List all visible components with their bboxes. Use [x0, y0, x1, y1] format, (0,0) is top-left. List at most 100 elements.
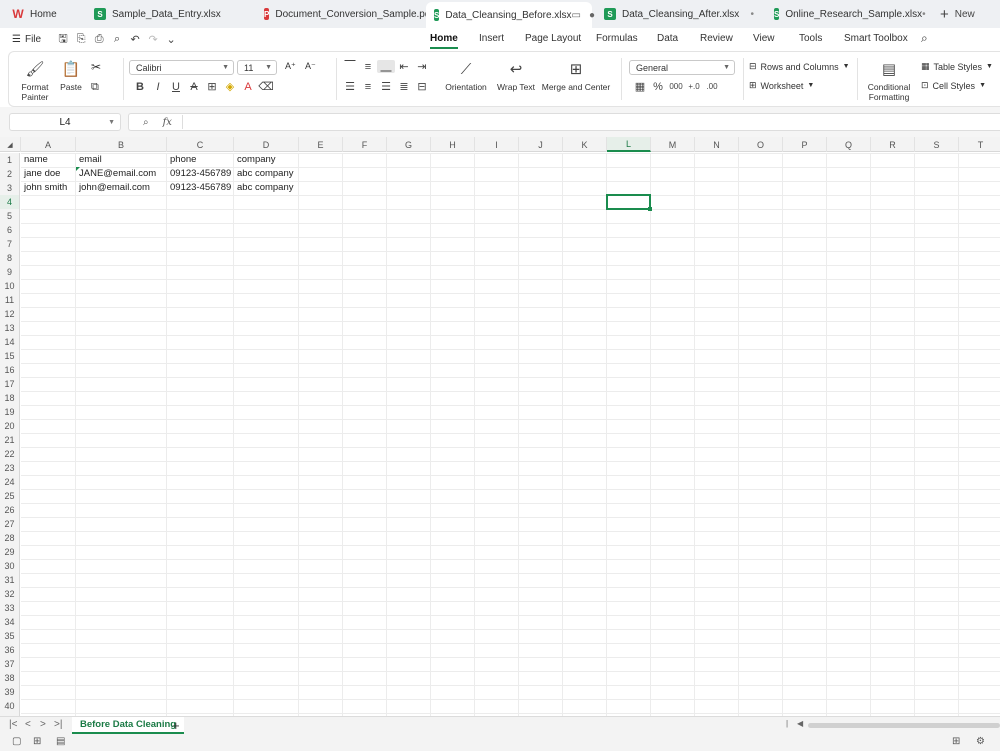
- align-middle-icon[interactable]: ≡: [359, 61, 377, 73]
- column-header-l[interactable]: L: [607, 137, 651, 152]
- formula-input[interactable]: ⌕ fx: [128, 113, 1000, 131]
- settings-icon[interactable]: ⚙: [976, 736, 985, 747]
- column-header-o[interactable]: O: [739, 137, 783, 152]
- row-header-1[interactable]: 1: [0, 153, 20, 167]
- last-sheet-icon[interactable]: >|: [54, 719, 62, 730]
- column-header-q[interactable]: Q: [827, 137, 871, 152]
- row-header-36[interactable]: 36: [0, 643, 20, 657]
- column-header-a[interactable]: A: [21, 137, 76, 152]
- cell-a3[interactable]: john smith: [21, 181, 76, 195]
- row-header-24[interactable]: 24: [0, 475, 20, 489]
- wrap-text-button[interactable]: ↩ Wrap Text: [495, 60, 537, 92]
- row-header-3[interactable]: 3: [0, 181, 20, 195]
- row-header-21[interactable]: 21: [0, 433, 20, 447]
- align-top-icon[interactable]: ⎺: [341, 60, 359, 73]
- error-indicator-icon[interactable]: [76, 167, 80, 171]
- zoom-formula-icon[interactable]: ⌕: [143, 117, 149, 128]
- indent-decrease-icon[interactable]: ⇤: [395, 60, 413, 73]
- scroll-left-arrow-icon[interactable]: ◀: [797, 719, 803, 728]
- tab-data-cleansing-after[interactable]: S Data_Cleansing_After.xlsx •: [596, 2, 762, 26]
- ribbon-tab-insert[interactable]: Insert: [479, 33, 504, 44]
- row-header-40[interactable]: 40: [0, 699, 20, 713]
- table-styles-button[interactable]: ▦ Table Styles ▼: [921, 61, 993, 72]
- row-header-25[interactable]: 25: [0, 489, 20, 503]
- row-header-17[interactable]: 17: [0, 377, 20, 391]
- cut-icon[interactable]: ✂: [91, 60, 101, 74]
- cell-d1[interactable]: company: [234, 153, 299, 167]
- sheet-tab-before-data-cleaning[interactable]: Before Data Cleaning: [72, 717, 185, 734]
- export-icon[interactable]: ⎘: [73, 33, 89, 46]
- column-header-d[interactable]: D: [234, 137, 299, 152]
- normal-view-icon[interactable]: ⊞: [952, 736, 960, 747]
- chevron-down-icon[interactable]: ⌄: [163, 33, 179, 46]
- cell-d3[interactable]: abc company: [234, 181, 299, 195]
- row-header-4[interactable]: 4: [0, 195, 20, 209]
- tab-data-cleansing-before[interactable]: S Data_Cleansing_Before.xlsx ▭ ●: [426, 2, 595, 28]
- row-header-33[interactable]: 33: [0, 601, 20, 615]
- row-header-28[interactable]: 28: [0, 531, 20, 545]
- row-header-23[interactable]: 23: [0, 461, 20, 475]
- clear-format-icon[interactable]: ⌫: [257, 80, 275, 93]
- row-header-11[interactable]: 11: [0, 293, 20, 307]
- row-header-12[interactable]: 12: [0, 307, 20, 321]
- decrease-font-icon[interactable]: A⁻: [305, 61, 316, 72]
- fill-color-icon[interactable]: ◈: [221, 80, 239, 93]
- row-header-32[interactable]: 32: [0, 587, 20, 601]
- copy-icon[interactable]: ⧉: [91, 81, 99, 94]
- name-box[interactable]: L4 ▼: [9, 113, 121, 131]
- close-dot-icon[interactable]: •: [750, 9, 754, 20]
- ribbon-tab-home[interactable]: Home: [430, 33, 458, 49]
- cell-c3[interactable]: 09123-456789: [167, 181, 234, 195]
- cell-d2[interactable]: abc company: [234, 167, 299, 181]
- tab-home[interactable]: W Home: [4, 2, 82, 26]
- row-header-38[interactable]: 38: [0, 671, 20, 685]
- row-header-8[interactable]: 8: [0, 251, 20, 265]
- row-header-7[interactable]: 7: [0, 237, 20, 251]
- align-left-icon[interactable]: ☰: [341, 80, 359, 93]
- column-header-k[interactable]: K: [563, 137, 607, 152]
- font-size-select[interactable]: 11 ▼: [237, 60, 277, 75]
- column-header-t[interactable]: T: [959, 137, 1000, 152]
- cell-c2[interactable]: 09123-456789: [167, 167, 234, 181]
- column-header-m[interactable]: M: [651, 137, 695, 152]
- row-header-31[interactable]: 31: [0, 573, 20, 587]
- increase-decimal-icon[interactable]: +.0: [685, 82, 703, 91]
- border-icon[interactable]: ⊞: [203, 80, 221, 93]
- file-menu[interactable]: ☰ File: [12, 34, 41, 45]
- close-dot-icon[interactable]: •: [922, 9, 926, 20]
- column-header-s[interactable]: S: [915, 137, 959, 152]
- merge-center-button[interactable]: ⊞ Merge and Center: [537, 60, 615, 92]
- macro-icon[interactable]: ⊞: [33, 736, 41, 747]
- cell-b2[interactable]: JANE@email.com: [76, 167, 167, 181]
- cell-b3[interactable]: john@email.com: [76, 181, 167, 195]
- rows-columns-button[interactable]: ⊟ Rows and Columns ▼: [749, 61, 850, 72]
- cell-styles-button[interactable]: ⊡ Cell Styles ▼: [921, 80, 986, 91]
- column-header-e[interactable]: E: [299, 137, 343, 152]
- row-header-37[interactable]: 37: [0, 657, 20, 671]
- new-tab-button[interactable]: + New: [940, 2, 975, 26]
- justify-icon[interactable]: ≣: [395, 80, 413, 93]
- row-header-14[interactable]: 14: [0, 335, 20, 349]
- align-right-icon[interactable]: ☰: [377, 80, 395, 93]
- ribbon-tab-formulas[interactable]: Formulas: [596, 33, 638, 44]
- row-header-29[interactable]: 29: [0, 545, 20, 559]
- scroll-left-icon[interactable]: |: [786, 719, 788, 728]
- row-header-26[interactable]: 26: [0, 503, 20, 517]
- format-painter-button[interactable]: 🖌 Format Painter: [15, 60, 55, 102]
- column-header-i[interactable]: I: [475, 137, 519, 152]
- prev-sheet-icon[interactable]: <: [25, 719, 31, 730]
- decrease-decimal-icon[interactable]: .00: [703, 82, 721, 91]
- percent-icon[interactable]: %: [649, 81, 667, 93]
- align-bottom-icon[interactable]: ⎽: [377, 60, 395, 73]
- distributed-icon[interactable]: ⊟: [413, 80, 431, 93]
- indent-increase-icon[interactable]: ⇥: [413, 60, 431, 73]
- print-icon[interactable]: ⎙: [91, 33, 107, 46]
- row-header-19[interactable]: 19: [0, 405, 20, 419]
- row-header-20[interactable]: 20: [0, 419, 20, 433]
- cell-c1[interactable]: phone: [167, 153, 234, 167]
- tab-online-research[interactable]: S Online_Research_Sample.xlsx •: [766, 2, 932, 26]
- column-header-r[interactable]: R: [871, 137, 915, 152]
- align-center-icon[interactable]: ≡: [359, 81, 377, 93]
- currency-icon[interactable]: ▦: [631, 80, 649, 93]
- row-header-15[interactable]: 15: [0, 349, 20, 363]
